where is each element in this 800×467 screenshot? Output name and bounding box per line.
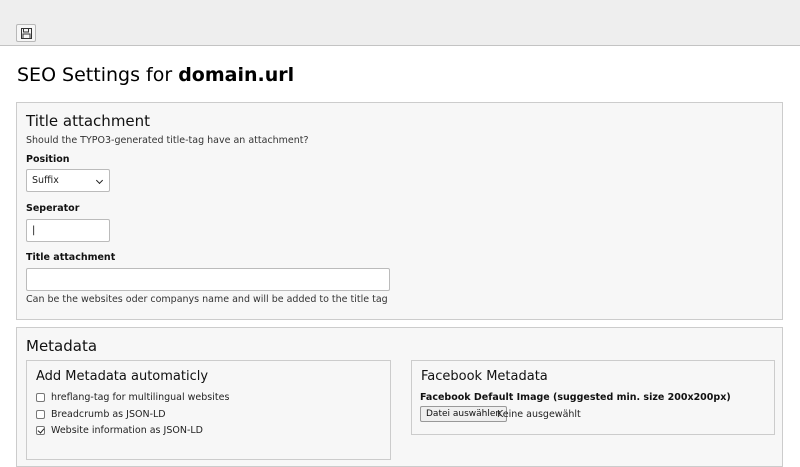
title-attachment-label: Title attachment bbox=[26, 252, 116, 263]
toolbar bbox=[0, 0, 800, 46]
file-status: Keine ausgewählt bbox=[497, 409, 581, 420]
breadcrumb-checkbox[interactable] bbox=[36, 410, 45, 419]
facebook-metadata-heading: Facebook Metadata bbox=[421, 369, 548, 384]
separator-label: Seperator bbox=[26, 203, 80, 214]
page-title-prefix: SEO Settings for bbox=[17, 64, 179, 86]
choose-file-button[interactable]: Datei auswählen bbox=[420, 406, 508, 422]
auto-metadata-heading: Add Metadata automaticly bbox=[36, 369, 209, 384]
auto-metadata-subpanel: Add Metadata automaticly hreflang-tag fo… bbox=[26, 360, 391, 460]
page-title-domain: domain.url bbox=[178, 64, 295, 86]
chevron-down-icon bbox=[95, 176, 104, 185]
metadata-heading: Metadata bbox=[26, 337, 98, 355]
page-title: SEO Settings for domain.url bbox=[17, 64, 294, 86]
website-info-checkbox[interactable] bbox=[36, 426, 45, 435]
save-icon bbox=[20, 27, 32, 39]
separator-input[interactable] bbox=[26, 219, 110, 242]
facebook-metadata-subpanel: Facebook Metadata Facebook Default Image… bbox=[411, 360, 775, 435]
position-label: Position bbox=[26, 154, 70, 165]
save-button[interactable] bbox=[16, 24, 36, 42]
metadata-panel: Metadata Add Metadata automaticly hrefla… bbox=[16, 327, 783, 467]
hreflang-checkbox[interactable] bbox=[36, 393, 45, 402]
position-select-value: Suffix bbox=[32, 175, 59, 186]
title-attachment-description: Should the TYPO3-generated title-tag hav… bbox=[26, 135, 309, 146]
hreflang-checkbox-row[interactable]: hreflang-tag for multilingual websites bbox=[36, 392, 229, 403]
website-info-label: Website information as JSON-LD bbox=[51, 425, 203, 436]
facebook-image-label: Facebook Default Image (suggested min. s… bbox=[420, 392, 731, 403]
hreflang-label: hreflang-tag for multilingual websites bbox=[51, 392, 230, 403]
title-attachment-panel: Title attachment Should the TYPO3-genera… bbox=[16, 102, 783, 320]
website-info-checkbox-row[interactable]: Website information as JSON-LD bbox=[36, 425, 203, 436]
title-attachment-input[interactable] bbox=[26, 268, 390, 291]
position-select[interactable]: Suffix bbox=[26, 169, 110, 192]
breadcrumb-label: Breadcrumb as JSON-LD bbox=[51, 409, 166, 420]
title-attachment-heading: Title attachment bbox=[26, 112, 151, 130]
breadcrumb-checkbox-row[interactable]: Breadcrumb as JSON-LD bbox=[36, 409, 166, 420]
title-attachment-help: Can be the websites oder companys name a… bbox=[26, 294, 388, 305]
